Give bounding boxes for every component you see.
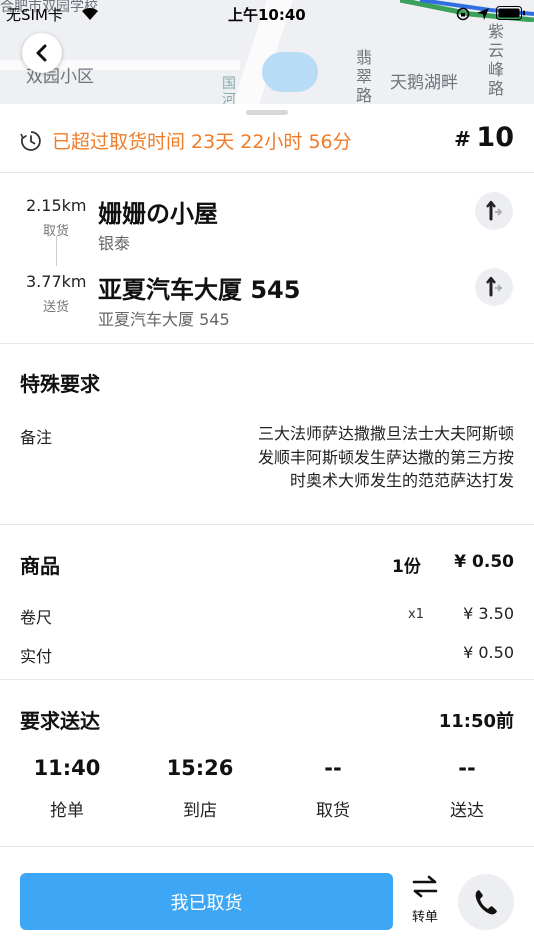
delivery-deadline: 11:50前 <box>438 711 514 732</box>
chevron-left-icon <box>36 44 47 62</box>
timeline-arrive-label: 到店 <box>183 801 217 821</box>
divider <box>0 172 534 173</box>
goods-total: ¥ 0.50 <box>454 552 514 572</box>
dropoff-distance: 3.77km <box>26 272 87 291</box>
dropoff-navigate-button[interactable] <box>475 268 513 306</box>
map-lake <box>262 52 318 92</box>
order-number-value: 10 <box>476 122 514 153</box>
navigate-icon <box>486 276 503 297</box>
drag-handle[interactable] <box>246 110 288 115</box>
dropoff-address: 亚夏汽车大厦 545 <box>98 310 230 329</box>
status-bar: 无SIM卡 上午10:40 <box>0 0 534 28</box>
clock-icon <box>20 131 41 151</box>
transfer-order-button[interactable]: 转单 <box>404 874 446 930</box>
goods-item-qty: x1 <box>408 607 424 622</box>
timeline-arrive-time: 15:26 <box>166 756 234 780</box>
divider <box>0 679 534 680</box>
pickup-shop-name: 姗姗の小屋 <box>98 200 218 228</box>
order-number-hash: # <box>454 127 471 151</box>
divider <box>0 343 534 344</box>
dropoff-role-label: 送货 <box>43 300 70 315</box>
timeline-deliver-label: 送达 <box>450 801 484 821</box>
remark-label: 备注 <box>20 428 53 447</box>
goods-count: 1份 <box>392 557 421 577</box>
timeline-grab-time: 11:40 <box>33 756 101 780</box>
overdue-row: 已超过取货时间 23天 22小时 56分 # 10 <box>0 120 534 162</box>
goods-item-price: ¥ 3.50 <box>463 604 514 623</box>
map-label: 国河 <box>222 76 236 104</box>
remark-text: 三大法师萨达撒撒旦法士大夫阿斯顿发顺丰阿斯顿发生萨达撒的第三方按时奥术大师发生的… <box>257 424 514 490</box>
pickup-distance: 2.15km <box>26 196 87 215</box>
map-label: 翡翠路 <box>356 48 373 104</box>
timeline-grab-label: 抢单 <box>50 801 84 821</box>
transfer-label: 转单 <box>411 910 438 925</box>
battery-icon <box>496 6 525 20</box>
picked-up-button[interactable]: 我已取货 <box>20 873 393 930</box>
timeline-pickup-label: 取货 <box>316 801 350 821</box>
timeline-deliver-time: -- <box>458 756 476 780</box>
status-time: 上午10:40 <box>228 6 306 24</box>
divider <box>0 846 534 847</box>
paid-label: 实付 <box>20 647 53 666</box>
phone-icon <box>475 890 497 915</box>
navigate-icon <box>486 200 503 221</box>
paid-value: ¥ 0.50 <box>463 643 514 662</box>
delivery-title: 要求送达 <box>20 709 100 733</box>
special-requirements-title: 特殊要求 <box>20 372 100 396</box>
divider <box>0 524 534 525</box>
carrier-label: 无SIM卡 <box>6 6 63 24</box>
timeline-pickup-time: -- <box>324 756 342 780</box>
pickup-address: 银泰 <box>98 234 131 253</box>
wifi-icon <box>82 7 98 20</box>
orientation-lock-icon <box>456 7 470 21</box>
map-label: 紫云峰路 <box>488 22 505 98</box>
goods-item-name: 卷尺 <box>20 608 53 627</box>
swap-icon <box>412 875 438 898</box>
order-detail-sheet: 已超过取货时间 23天 22小时 56分 # 10 2.15km 取货 姗姗の小… <box>0 104 534 950</box>
pickup-navigate-button[interactable] <box>475 192 513 230</box>
back-button[interactable] <box>22 33 62 73</box>
goods-title: 商品 <box>20 554 60 578</box>
location-arrow-icon <box>477 8 489 20</box>
dropoff-name: 亚夏汽车大厦 545 <box>98 276 301 304</box>
call-button[interactable] <box>458 874 514 930</box>
overdue-text: 已超过取货时间 23天 22小时 56分 <box>52 131 352 153</box>
order-number: # 10 <box>454 122 514 153</box>
route-connector-line <box>56 236 57 266</box>
map-label: 天鹅湖畔 <box>390 73 458 93</box>
